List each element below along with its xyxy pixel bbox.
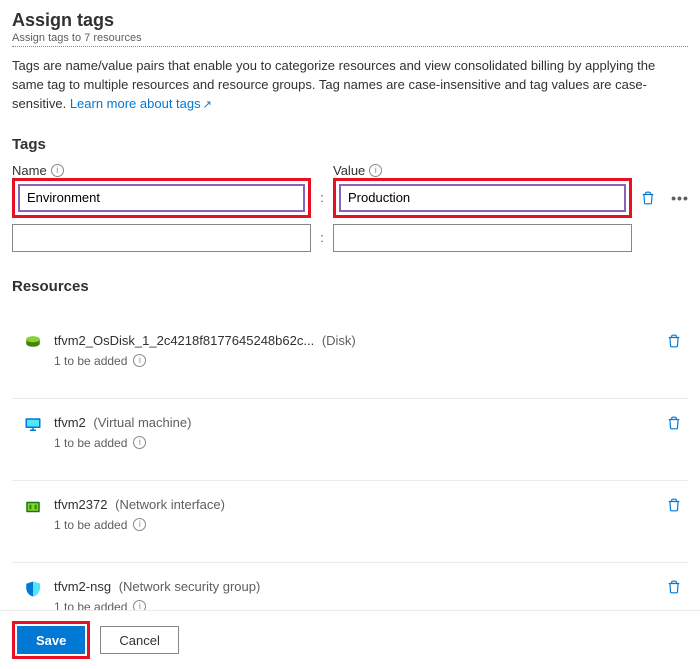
- resources-list: tfvm2_OsDisk_1_2c4218f8177645248b62c... …: [12, 317, 688, 644]
- nsg-icon: [24, 580, 42, 598]
- disk-icon: [24, 334, 42, 352]
- save-button[interactable]: Save: [17, 626, 85, 654]
- resource-name-text: tfvm2-nsg: [54, 579, 111, 594]
- learn-more-label: Learn more about tags: [70, 96, 201, 111]
- trash-icon: [641, 191, 655, 205]
- colon-separator: :: [315, 224, 329, 245]
- trash-icon: [667, 498, 681, 512]
- info-icon[interactable]: i: [133, 436, 146, 449]
- nic-icon: [24, 498, 42, 516]
- resource-status-text: 1 to be added: [54, 354, 127, 368]
- resource-name-text: tfvm2_OsDisk_1_2c4218f8177645248b62c...: [54, 333, 314, 348]
- resource-type-text: (Network security group): [119, 579, 261, 594]
- vm-icon: [24, 416, 42, 434]
- tag-name-input-empty[interactable]: [12, 224, 311, 252]
- colon-separator: :: [315, 190, 329, 205]
- resource-name: tfvm2372 (Network interface): [54, 497, 684, 512]
- tag-value-label-text: Value: [333, 163, 365, 178]
- resource-status-text: 1 to be added: [54, 436, 127, 450]
- resource-type-text: (Virtual machine): [93, 415, 191, 430]
- resource-item: tfvm2372 (Network interface) 1 to be add…: [12, 480, 688, 562]
- page-title: Assign tags: [12, 10, 688, 31]
- page-subtitle: Assign tags to 7 resources: [12, 32, 688, 44]
- resource-name: tfvm2_OsDisk_1_2c4218f8177645248b62c... …: [54, 333, 684, 348]
- cancel-button[interactable]: Cancel: [100, 626, 178, 654]
- resources-heading: Resources: [12, 278, 688, 295]
- tags-heading: Tags: [12, 136, 688, 153]
- tag-name-label-text: Name: [12, 163, 47, 178]
- resource-name: tfvm2-nsg (Network security group): [54, 579, 684, 594]
- tag-name-label: Name i: [12, 163, 311, 178]
- tag-value-label: Value i: [333, 163, 632, 178]
- info-icon[interactable]: i: [133, 354, 146, 367]
- highlight-box: [12, 178, 311, 218]
- trash-icon: [667, 580, 681, 594]
- resource-status: 1 to be added i: [54, 436, 684, 450]
- info-icon[interactable]: i: [51, 164, 64, 177]
- remove-resource-button[interactable]: [664, 413, 684, 433]
- info-icon[interactable]: i: [133, 518, 146, 531]
- resource-status: 1 to be added i: [54, 354, 684, 368]
- resource-status: 1 to be added i: [54, 518, 684, 532]
- ellipsis-icon: •••: [671, 190, 689, 206]
- highlight-box: Save: [12, 621, 90, 659]
- divider: [12, 46, 688, 47]
- learn-more-link[interactable]: Learn more about tags↗: [70, 96, 212, 111]
- remove-resource-button[interactable]: [664, 577, 684, 597]
- resource-item: tfvm2_OsDisk_1_2c4218f8177645248b62c... …: [12, 317, 688, 398]
- highlight-box: [333, 178, 632, 218]
- resource-name-text: tfvm2372: [54, 497, 107, 512]
- more-options-button[interactable]: •••: [668, 186, 692, 210]
- trash-icon: [667, 334, 681, 348]
- external-link-icon: ↗: [203, 99, 212, 111]
- description-text: Tags are name/value pairs that enable yo…: [12, 57, 688, 114]
- resource-item: tfvm2 (Virtual machine) 1 to be added i: [12, 398, 688, 480]
- info-icon[interactable]: i: [369, 164, 382, 177]
- trash-icon: [667, 416, 681, 430]
- tag-value-input-empty[interactable]: [333, 224, 632, 252]
- resource-name: tfvm2 (Virtual machine): [54, 415, 684, 430]
- resource-type-text: (Network interface): [115, 497, 225, 512]
- remove-resource-button[interactable]: [664, 495, 684, 515]
- remove-resource-button[interactable]: [664, 331, 684, 351]
- tag-name-input[interactable]: [18, 184, 305, 212]
- resource-name-text: tfvm2: [54, 415, 86, 430]
- resource-type-text: (Disk): [322, 333, 356, 348]
- tag-value-input[interactable]: [339, 184, 626, 212]
- delete-tag-button[interactable]: [636, 186, 660, 210]
- footer-bar: Save Cancel: [0, 610, 700, 669]
- resource-status-text: 1 to be added: [54, 518, 127, 532]
